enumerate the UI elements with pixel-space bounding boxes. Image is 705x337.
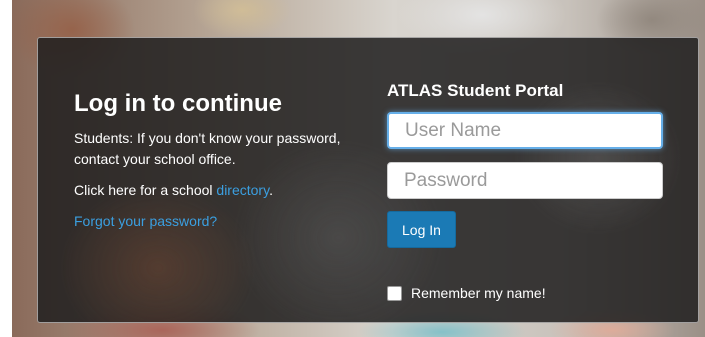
directory-prefix: Click here for a school — [74, 182, 217, 198]
directory-line: Click here for a school directory. — [74, 180, 364, 201]
login-info-section: Log in to continue Students: If you don'… — [74, 90, 364, 231]
login-button[interactable]: Log In — [387, 211, 456, 248]
directory-suffix: . — [269, 182, 273, 198]
password-input[interactable] — [387, 162, 663, 199]
forgot-password-link[interactable]: Forgot your password? — [74, 213, 217, 229]
portal-title: ATLAS Student Portal — [387, 81, 564, 100]
page-title: Log in to continue — [74, 90, 282, 117]
login-form: ATLAS Student Portal Log In — [387, 81, 665, 248]
remember-label: Remember my name! — [411, 285, 546, 301]
remember-checkbox[interactable] — [387, 285, 402, 301]
username-input[interactable] — [387, 112, 663, 149]
directory-link[interactable]: directory — [216, 182, 269, 198]
remember-me[interactable]: Remember my name! — [387, 285, 546, 301]
students-note: Students: If you don't know your passwor… — [74, 130, 341, 167]
